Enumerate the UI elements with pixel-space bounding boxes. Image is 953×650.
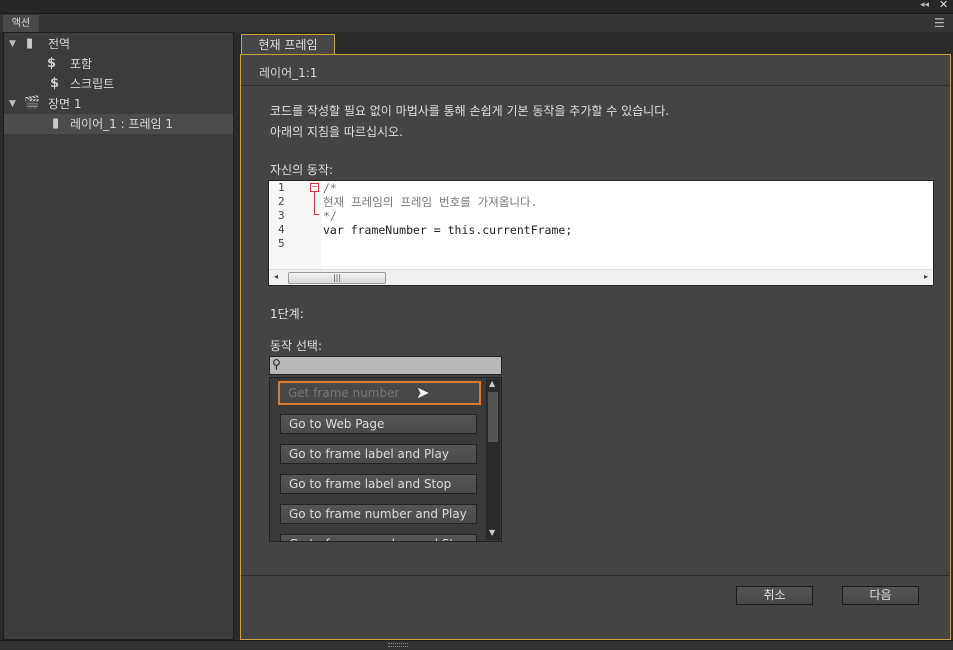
tree-label: 스크립트: [70, 77, 115, 91]
tree-label: 레이어_1 : 프레임 1: [70, 117, 173, 131]
resize-grip-icon[interactable]: [388, 643, 408, 647]
scroll-left-icon[interactable]: ◂: [274, 272, 278, 281]
collapse-icon[interactable]: ◂◂: [920, 0, 929, 10]
scrollbar-thumb[interactable]: [488, 392, 498, 442]
tree-item-global[interactable]: ▼ ▮ 전역: [4, 34, 233, 54]
action-search-input[interactable]: ⚲: [269, 356, 502, 375]
line-number: 2: [278, 195, 285, 208]
line-number: 4: [278, 223, 285, 236]
code-line: /*: [323, 181, 337, 195]
mouse-cursor-icon: ➤: [416, 383, 430, 402]
intro-text-2: 아래의 지침을 따르십시오.: [270, 125, 403, 139]
tree-label: 전역: [48, 37, 71, 51]
tree-item-script[interactable]: $ 스크립트: [4, 74, 233, 94]
include-script-icon: $: [47, 56, 57, 71]
layer-icon: ▮: [52, 116, 60, 131]
code-line: var frameNumber = this.currentFrame;: [323, 223, 573, 237]
own-action-label: 자신의 동작:: [270, 163, 334, 177]
code-line: */: [323, 209, 337, 223]
intro-text: 코드를 작성할 필요 없이 마법사를 통해 손쉽게 기본 동작을 추가할 수 있…: [270, 104, 670, 118]
close-icon[interactable]: ✕: [939, 0, 948, 11]
step-label: 1단계:: [270, 307, 304, 321]
status-bar: [0, 640, 953, 650]
tree-label: 장면 1: [48, 97, 82, 111]
tree-item-scene[interactable]: ▼ 🎬 장면 1: [4, 94, 233, 114]
code-editor[interactable]: 1 2 3 4 5 − /* 현재 프레임의 프레임 번호를 가져옵니다. */…: [268, 180, 934, 286]
action-item-get-frame-number[interactable]: Get frame number: [278, 381, 481, 405]
tree-item-layer-frame[interactable]: ▮ 레이어_1 : 프레임 1: [4, 114, 233, 134]
scroll-up-icon[interactable]: ▲: [489, 379, 495, 388]
tab-current-frame[interactable]: 현재 프레임: [241, 34, 335, 55]
panel-menu-icon[interactable]: ☰: [934, 16, 945, 30]
scroll-right-icon[interactable]: ▸: [924, 272, 928, 281]
select-action-label: 동작 선택:: [270, 339, 323, 353]
horizontal-scrollbar[interactable]: ◂ ||| ▸: [269, 269, 933, 285]
action-item[interactable]: Go to frame number and Play: [280, 504, 477, 524]
scrollbar-thumb[interactable]: |||: [288, 272, 386, 284]
action-item[interactable]: Go to frame number and Stop: [280, 534, 477, 541]
panel-tab-row: ☰: [0, 14, 953, 32]
cancel-button[interactable]: 취소: [736, 586, 813, 605]
script-navigator: ▼ ▮ 전역 $ 포함 $ 스크립트 ▼ 🎬 장면 1 ▮ 레이어_1 : 프레…: [3, 32, 234, 640]
expand-triangle-icon[interactable]: ▼: [9, 94, 16, 114]
scroll-down-icon[interactable]: ▼: [489, 528, 495, 537]
code-line: 현재 프레임의 프레임 번호를 가져옵니다.: [323, 195, 538, 209]
fold-line: [314, 192, 319, 215]
next-button[interactable]: 다음: [842, 586, 919, 605]
vertical-scrollbar[interactable]: ▲ ▼: [486, 379, 500, 540]
action-item[interactable]: Go to frame label and Play: [280, 444, 477, 464]
script-icon: $: [50, 76, 60, 91]
wizard-panel: 레이어_1:1 코드를 작성할 필요 없이 마법사를 통해 손쉽게 기본 동작을…: [240, 54, 951, 640]
title-bar: ◂◂ ✕: [0, 0, 953, 14]
line-number: 3: [278, 209, 285, 222]
expand-triangle-icon[interactable]: ▼: [9, 34, 16, 54]
action-list: Get frame number Go to Web Page Go to fr…: [269, 377, 502, 542]
line-number: 5: [278, 237, 285, 250]
fold-collapse-icon[interactable]: −: [310, 183, 319, 192]
line-number: 1: [278, 181, 285, 194]
tab-actions[interactable]: 액션: [3, 15, 39, 32]
tree-label: 포함: [70, 57, 93, 71]
action-item[interactable]: Go to frame label and Stop: [280, 474, 477, 494]
divider: [241, 575, 950, 576]
frame-subheader: 레이어_1:1: [241, 55, 950, 86]
document-icon: ▮: [26, 36, 34, 51]
search-icon: ⚲: [272, 357, 281, 371]
tree-item-include[interactable]: $ 포함: [4, 54, 233, 74]
scene-clapper-icon: 🎬: [24, 96, 41, 111]
action-item[interactable]: Go to Web Page: [280, 414, 477, 434]
